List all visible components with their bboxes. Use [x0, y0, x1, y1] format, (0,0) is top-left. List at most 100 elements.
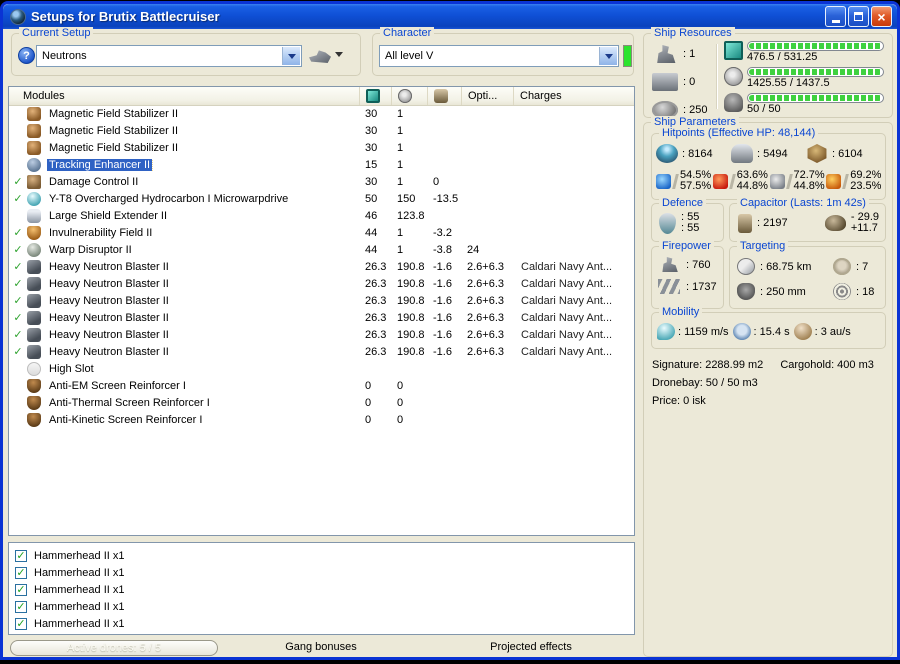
module-active-check-icon: ✓ [13, 193, 23, 205]
minimize-button[interactable] [825, 6, 846, 27]
drone-row[interactable]: ✓ Hammerhead II x1 [9, 615, 634, 632]
module-optimal-value: 2.6+6.3 [467, 345, 505, 358]
module-row[interactable]: ✓ Y-T8 Overcharged Hydrocarbon I Microwa… [9, 190, 634, 207]
titlebar: Setups for Brutix Battlecruiser × [3, 4, 897, 29]
drone-checkbox[interactable]: ✓ [15, 617, 27, 630]
drone-row[interactable]: ✓ Hammerhead II x1 [9, 564, 634, 581]
module-row[interactable]: Anti-EM Screen Reinforcer I 0 0 [9, 377, 634, 394]
module-charge: Caldari Navy Ant... [521, 311, 613, 324]
gang-bonuses-tab[interactable]: Gang bonuses [256, 641, 386, 653]
module-row[interactable]: Large Shield Extender II 46 123.8 [9, 207, 634, 224]
resource-icon [724, 67, 743, 86]
drone-checkbox[interactable]: ✓ [15, 566, 27, 579]
module-cap-value: -3.2 [433, 226, 452, 239]
firepower-group: Firepower : 760 : 1737 [651, 240, 724, 309]
module-row[interactable]: Magnetic Field Stabilizer II 30 1 [9, 139, 634, 156]
ship-stats-text: Signature: 2288.99 m2 Cargohold: 400 m3 … [652, 356, 888, 410]
module-powergrid-value: 150 [397, 192, 416, 205]
module-name: High Slot [49, 362, 94, 375]
targeting-stat: : 250 mm [737, 283, 833, 300]
drone-row[interactable]: ✓ Hammerhead II x1 [9, 581, 634, 598]
hitpoints-group: Hitpoints (Effective HP: 48,144) : 8164 … [651, 127, 886, 200]
module-powergrid-value: 1 [397, 107, 404, 120]
module-cap-value: -1.6 [433, 260, 452, 273]
targeting-label: Targeting [737, 240, 789, 252]
drone-row[interactable]: ✓ Hammerhead II x1 [9, 547, 634, 564]
module-type-icon [27, 293, 41, 308]
module-row[interactable]: ✓ Heavy Neutron Blaster II 26.3 190.8 -1… [9, 258, 634, 275]
divider [842, 173, 850, 189]
setup-select-dropdown-button[interactable] [282, 47, 300, 65]
drone-name: Hammerhead II x1 [34, 583, 125, 596]
projected-effects-tab[interactable]: Projected effects [466, 641, 596, 653]
targeting-stat: : 68.75 km [737, 258, 833, 275]
mobility-stat-value: : 3 au/s [814, 325, 851, 338]
drone-checkbox[interactable]: ✓ [15, 600, 27, 613]
hardpoints-list: : 1 : 0 : 250 [652, 42, 714, 122]
module-row[interactable]: ✓ Damage Control II 30 1 0 [9, 173, 634, 190]
current-setup-label: Current Setup [19, 27, 94, 39]
module-cpu-value: 15 [365, 158, 378, 171]
module-name: Magnetic Field Stabilizer II [49, 107, 178, 120]
cargohold-stat: Cargohold: 400 m3 [780, 359, 874, 371]
module-type-icon [27, 225, 41, 240]
modules-header-label: Modules [23, 90, 65, 102]
module-powergrid-value: 0 [397, 396, 404, 409]
armor-resist-value: 57.5% [680, 180, 712, 192]
module-cpu-value: 26.3 [365, 328, 387, 341]
module-row[interactable]: Anti-Thermal Screen Reinforcer I 0 0 [9, 394, 634, 411]
ship-browser-button[interactable] [309, 46, 349, 66]
setup-select[interactable]: Neutrons [36, 45, 302, 67]
drone-row[interactable]: ✓ Hammerhead II x1 [9, 598, 634, 615]
modules-header: Modules Opti... Charges [9, 87, 634, 106]
drone-checkbox[interactable]: ✓ [15, 549, 27, 562]
resource-column-icon [366, 89, 380, 103]
module-row[interactable]: High Slot [9, 360, 634, 377]
module-row[interactable]: ✓ Heavy Neutron Blaster II 26.3 190.8 -1… [9, 343, 634, 360]
module-row[interactable]: ✓ Heavy Neutron Blaster II 26.3 190.8 -1… [9, 275, 634, 292]
module-row[interactable]: ✓ Heavy Neutron Blaster II 26.3 190.8 -1… [9, 326, 634, 343]
module-optimal-value: 2.6+6.3 [467, 277, 505, 290]
module-cpu-value: 50 [365, 192, 378, 205]
hitpoint-pool-value: : 5494 [757, 147, 788, 160]
divider [728, 173, 736, 189]
drone-checkbox[interactable]: ✓ [15, 583, 27, 596]
module-type-icon [27, 344, 41, 359]
module-name: Damage Control II [49, 175, 139, 188]
character-select-dropdown-button[interactable] [599, 47, 617, 65]
module-row[interactable]: Anti-Kinetic Screen Reinforcer I 0 0 [9, 411, 634, 428]
drone-name: Hammerhead II x1 [34, 566, 125, 579]
module-row[interactable]: Tracking Enhancer II 15 1 [9, 156, 634, 173]
module-type-icon [27, 395, 41, 410]
module-name: Heavy Neutron Blaster II [49, 277, 169, 290]
module-powergrid-value: 1 [397, 243, 404, 256]
module-row[interactable]: ✓ Invulnerability Field II 44 1 -3.2 [9, 224, 634, 241]
divider [716, 44, 717, 109]
targeting-stat-value: : 7 [856, 260, 869, 273]
module-row[interactable]: Magnetic Field Stabilizer II 30 1 [9, 122, 634, 139]
resource-column-icon [398, 89, 412, 103]
module-type-icon [27, 310, 41, 325]
drone-name: Hammerhead II x1 [34, 549, 125, 562]
module-name: Heavy Neutron Blaster II [49, 260, 169, 273]
close-button[interactable]: × [871, 6, 892, 27]
active-drones-label: Active drones: 5 / 5 [66, 642, 162, 654]
module-charge: Caldari Navy Ant... [521, 345, 613, 358]
help-button[interactable]: ? [18, 47, 35, 64]
mobility-stat: : 15.4 s [732, 323, 790, 340]
module-powergrid-value: 1 [397, 158, 404, 171]
module-cpu-value: 30 [365, 141, 378, 154]
resource-usage-text: 476.5 / 531.25 [747, 51, 818, 63]
hardpoint-icon [657, 45, 676, 63]
maximize-button[interactable] [848, 6, 869, 27]
module-row[interactable]: ✓ Warp Disruptor II 44 1 -3.8 24 [9, 241, 634, 258]
firepower-icon [658, 279, 680, 294]
mobility-stat: : 3 au/s [793, 323, 851, 340]
mobility-stat-icon [793, 323, 812, 340]
firepower-label: Firepower [659, 240, 714, 252]
module-row[interactable]: ✓ Heavy Neutron Blaster II 26.3 190.8 -1… [9, 292, 634, 309]
armor-resist-value: 44.8% [736, 180, 768, 192]
module-row[interactable]: Magnetic Field Stabilizer II 30 1 [9, 105, 634, 122]
character-select[interactable]: All level V [379, 45, 619, 67]
module-row[interactable]: ✓ Heavy Neutron Blaster II 26.3 190.8 -1… [9, 309, 634, 326]
